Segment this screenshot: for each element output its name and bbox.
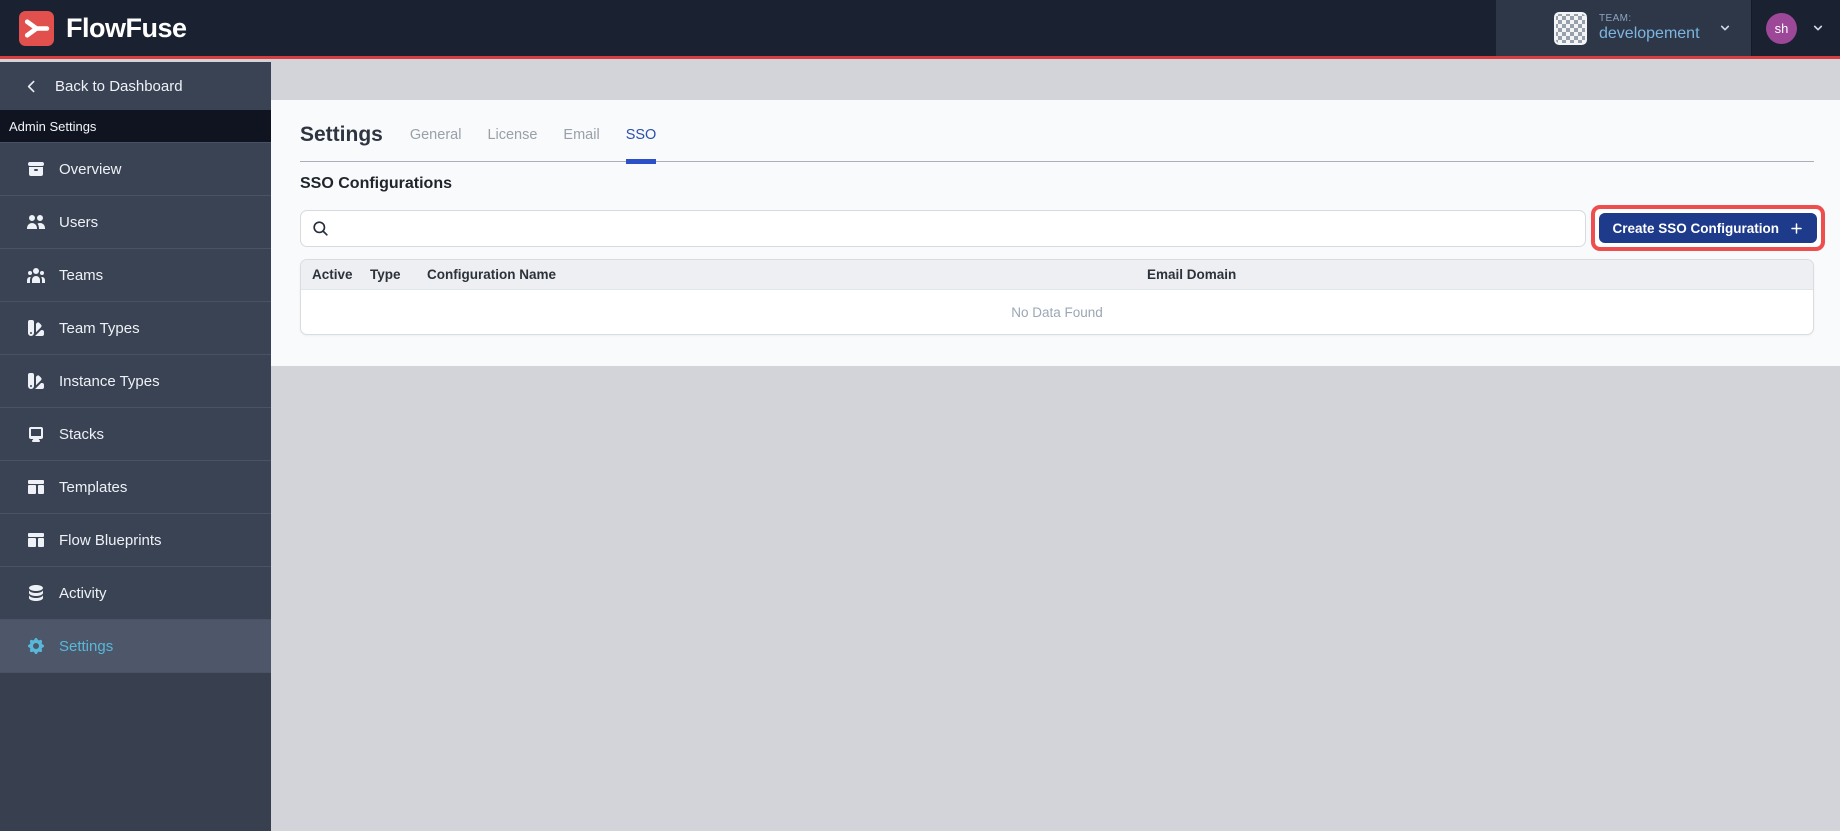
column-header-email-domain: Email Domain (1147, 267, 1237, 282)
create-sso-configuration-button[interactable]: Create SSO Configuration (1599, 213, 1817, 243)
team-avatar-identicon (1554, 11, 1587, 45)
top-navigation-bar: FlowFuse TEAM: developement sh (0, 0, 1840, 59)
archive-icon (28, 162, 44, 176)
search-icon (313, 220, 328, 236)
cog-icon (28, 638, 44, 654)
sidebar-filler (0, 672, 271, 831)
back-to-dashboard-label: Back to Dashboard (55, 77, 183, 95)
chevron-down-icon (1813, 25, 1823, 31)
column-header-configuration-name: Configuration Name (427, 267, 557, 282)
search-input[interactable] (300, 209, 1587, 247)
sidebar-item-users[interactable]: Users (0, 195, 271, 248)
sidebar-item-instance-types[interactable]: Instance Types (0, 354, 271, 407)
desktop-computer-icon (29, 427, 43, 442)
no-data-found-text: No Data Found (1011, 304, 1103, 320)
user-group-icon (27, 268, 45, 283)
table-header-row: Active Type Configuration Name Email Dom… (301, 260, 1813, 290)
sidebar-item-team-types[interactable]: Team Types (0, 301, 271, 354)
user-menu[interactable]: sh (1751, 0, 1840, 56)
team-selector[interactable]: TEAM: developement (1496, 0, 1751, 56)
color-swatch-icon (28, 320, 44, 336)
search-box (300, 209, 1587, 247)
topbar-right-section: TEAM: developement sh (1496, 0, 1840, 56)
main-content: Settings General License Email SSO SSO C… (271, 62, 1840, 831)
back-to-dashboard[interactable]: Back to Dashboard (0, 62, 271, 110)
brand-name: FlowFuse (66, 12, 187, 43)
tab-email[interactable]: Email (563, 108, 599, 161)
settings-tabs: General License Email SSO (410, 108, 682, 164)
color-swatch-icon (28, 373, 44, 389)
users-icon (27, 215, 45, 229)
user-avatar: sh (1766, 12, 1797, 44)
sidebar-item-label: Settings (59, 637, 114, 655)
sidebar-item-overview[interactable]: Overview (0, 142, 271, 195)
sidebar-item-label: Activity (59, 584, 107, 602)
sidebar-item-flow-blueprints[interactable]: Flow Blueprints (0, 513, 271, 566)
sidebar-item-settings[interactable]: Settings (0, 619, 271, 672)
chevron-left-icon (27, 80, 35, 92)
annotation-highlight-box: Create SSO Configuration (1591, 205, 1825, 251)
sidebar-item-label: Team Types (59, 319, 140, 337)
template-icon (28, 480, 44, 494)
sidebar-item-templates[interactable]: Templates (0, 460, 271, 513)
team-text: TEAM: developement (1599, 13, 1700, 43)
team-name: developement (1599, 24, 1700, 42)
database-icon (29, 585, 43, 601)
create-sso-configuration-label: Create SSO Configuration (1612, 220, 1779, 236)
flowfuse-logo[interactable]: FlowFuse (0, 10, 187, 46)
sidebar-item-label: Overview (59, 160, 122, 178)
column-header-active: Active (312, 267, 353, 282)
flowfuse-logo-icon (19, 10, 54, 46)
sidebar-item-stacks[interactable]: Stacks (0, 407, 271, 460)
team-label: TEAM: (1599, 13, 1632, 25)
sidebar-item-label: Teams (59, 266, 104, 284)
sso-toolbar: Create SSO Configuration (300, 205, 1825, 251)
sidebar-item-label: Instance Types (59, 372, 160, 390)
tab-license[interactable]: License (487, 108, 537, 161)
sidebar-item-label: Flow Blueprints (59, 531, 162, 549)
template-icon (28, 533, 44, 547)
sso-configurations-table: Active Type Configuration Name Email Dom… (300, 259, 1814, 335)
page-title: Settings (300, 122, 383, 146)
tab-general[interactable]: General (410, 108, 462, 161)
sidebar-item-label: Stacks (59, 425, 105, 443)
admin-settings-section-label: Admin Settings (0, 110, 271, 142)
sidebar-item-teams[interactable]: Teams (0, 248, 271, 301)
column-header-type: Type (370, 267, 401, 282)
tab-sso[interactable]: SSO (625, 108, 656, 164)
plus-icon (1791, 222, 1802, 234)
admin-sidebar: Back to Dashboard Admin Settings Overvie… (0, 62, 271, 831)
sidebar-item-label: Templates (59, 478, 128, 496)
settings-panel: Settings General License Email SSO SSO C… (271, 100, 1840, 366)
sidebar-item-label: Users (59, 213, 99, 231)
chevron-down-icon (1720, 25, 1730, 31)
settings-header-row: Settings General License Email SSO (300, 108, 1814, 164)
sidebar-item-activity[interactable]: Activity (0, 566, 271, 619)
section-title: SSO Configurations (300, 175, 452, 192)
table-empty-row: No Data Found (301, 290, 1813, 334)
